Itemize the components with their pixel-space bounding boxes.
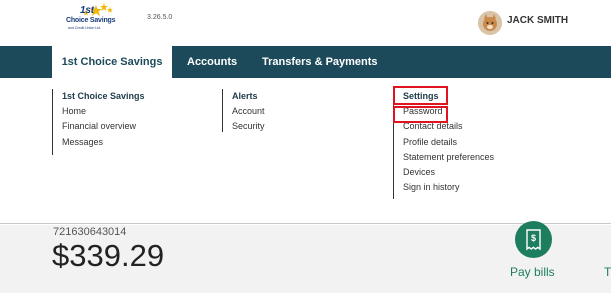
logo-line1: 1st	[80, 5, 94, 16]
tab-1st-choice-savings[interactable]: 1st Choice Savings	[52, 46, 172, 78]
menu-column-1st-choice-savings: 1st Choice Savings Home Financial overvi…	[52, 89, 145, 155]
menu-item-financial-overview[interactable]: Financial overview	[62, 119, 145, 134]
menu-item-profile-details[interactable]: Profile details	[403, 135, 494, 150]
main-nav: 1st Choice Savings Accounts Transfers & …	[0, 46, 611, 78]
account-summary: 721630643014 $339.29 $ Pay bills T	[0, 221, 611, 293]
highlight-settings	[393, 86, 448, 105]
account-balance: $339.29	[52, 238, 165, 273]
receipt-dollar-icon: $	[526, 229, 541, 251]
account-number: 721630643014	[53, 226, 127, 238]
menu-heading-1st-choice-savings: 1st Choice Savings	[62, 91, 145, 101]
app-version: 3.26.5.0	[147, 14, 173, 21]
app-header: 1st Choice Savings and Credit Union Ltd.…	[0, 0, 611, 46]
tab-transfers-payments[interactable]: Transfers & Payments	[262, 46, 378, 78]
menu-item-sign-in-history[interactable]: Sign in history	[403, 180, 494, 195]
nav-dropdown-menu: 1st Choice Savings Home Financial overvi…	[0, 78, 611, 224]
highlight-password	[393, 106, 448, 123]
menu-heading-alerts: Alerts	[232, 91, 258, 101]
pay-bills-icon[interactable]: $	[515, 221, 552, 258]
user-name[interactable]: JACK SMITH	[507, 15, 568, 26]
menu-item-devices[interactable]: Devices	[403, 165, 494, 180]
svg-text:$: $	[531, 233, 536, 243]
menu-column-alerts: Alerts Account Security	[222, 89, 265, 132]
tab-accounts[interactable]: Accounts	[187, 46, 237, 78]
menu-item-messages[interactable]: Messages	[62, 135, 145, 150]
menu-item-statement-preferences[interactable]: Statement preferences	[403, 150, 494, 165]
menu-item-security[interactable]: Security	[232, 119, 265, 134]
logo-line2: Choice Savings	[66, 17, 116, 24]
menu-item-account[interactable]: Account	[232, 104, 265, 119]
avatar[interactable]	[478, 11, 502, 35]
menu-item-home[interactable]: Home	[62, 104, 145, 119]
user-photo-icon	[478, 11, 502, 35]
logo-tagline: and Credit Union Ltd.	[68, 26, 102, 30]
pay-bills-link[interactable]: Pay bills	[510, 265, 555, 279]
next-action-link[interactable]: T	[604, 265, 611, 279]
